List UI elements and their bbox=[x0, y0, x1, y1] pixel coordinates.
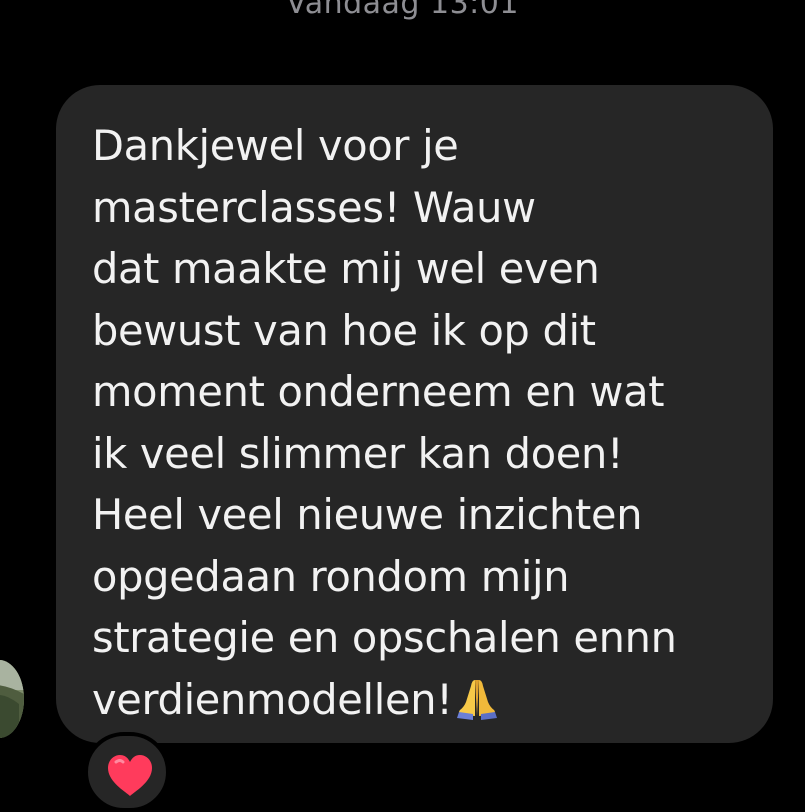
message-timestamp: Vandaag 13:01 bbox=[286, 0, 519, 21]
message-line: strategie en opschalen ennn bbox=[92, 613, 677, 662]
message-line: bewust van hoe ik op dit bbox=[92, 305, 596, 355]
message-line: Dankjewel voor je bbox=[92, 121, 459, 170]
red-heart-emoji bbox=[108, 755, 152, 796]
message-line: masterclasses! Wauw bbox=[92, 182, 536, 232]
message-line: verdienmodellen! bbox=[92, 674, 453, 724]
sender-avatar[interactable] bbox=[0, 660, 24, 738]
message-bubble[interactable]: Dankjewel voor je masterclasses! Wauw da… bbox=[56, 85, 773, 743]
message-line: opgedaan rondom mijn bbox=[92, 551, 570, 601]
heart-reaction[interactable] bbox=[84, 732, 170, 812]
folded-hands-emoji bbox=[455, 675, 499, 720]
message-line: ik veel slimmer kan doen! bbox=[92, 428, 624, 478]
message-line: dat maakte mij wel even bbox=[92, 244, 600, 293]
message-text: Dankjewel voor je masterclasses! Wauw da… bbox=[92, 115, 745, 730]
message-line: Heel veel nieuwe inzichten bbox=[92, 490, 643, 539]
message-line: moment onderneem en wat bbox=[92, 367, 665, 416]
